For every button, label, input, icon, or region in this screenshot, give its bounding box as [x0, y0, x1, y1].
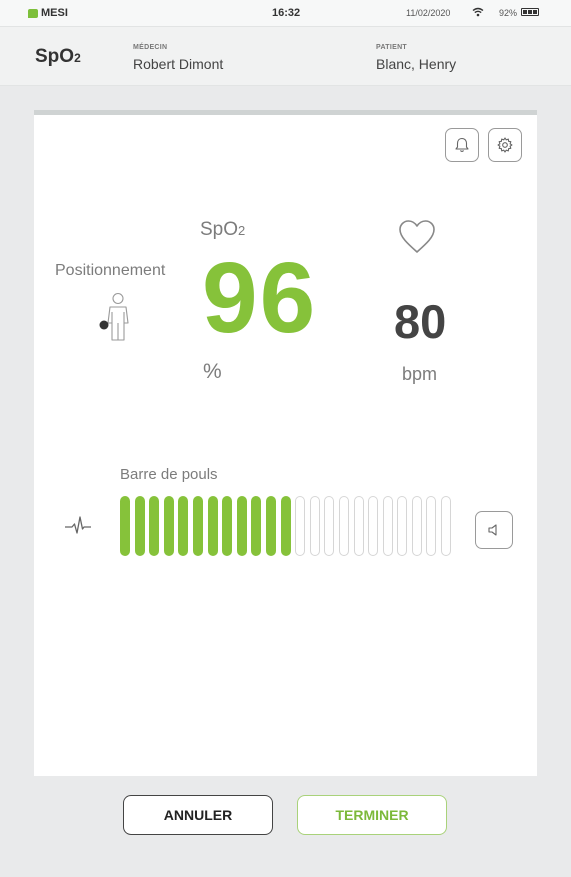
brand-label: MESI	[41, 7, 68, 19]
patient-label: PATIENT	[376, 44, 408, 51]
pulse-segment-active	[120, 496, 130, 556]
pulse-segment-active	[265, 496, 276, 556]
pulse-segment-active	[251, 496, 262, 556]
page-title: SpO2	[35, 46, 81, 68]
speaker-icon	[488, 524, 497, 536]
spo2-label-main: SpO	[200, 219, 239, 240]
spo2-unit: %	[203, 360, 222, 383]
pulse-segment-active	[236, 496, 247, 556]
heart-icon	[399, 220, 435, 253]
pulse-segment-active	[222, 496, 233, 556]
status-bar: MESI 16:32 11/02/2020 92%	[0, 0, 571, 27]
sound-toggle-button[interactable]	[475, 511, 513, 549]
pulse-segment-inactive	[382, 496, 393, 556]
pulse-segment-inactive	[295, 496, 306, 556]
pulse-segment-active	[207, 496, 218, 556]
page-header: SpO2 MÉDECIN Robert Dimont PATIENT Blanc…	[0, 27, 571, 86]
doctor-label: MÉDECIN	[133, 44, 168, 51]
alarm-button[interactable]	[445, 128, 479, 162]
pulse-segment-active	[134, 496, 145, 556]
page-title-subscript: 2	[74, 51, 81, 65]
wifi-icon	[472, 7, 484, 17]
battery-icon	[521, 8, 539, 16]
spo2-label: SpO2	[200, 219, 245, 241]
doctor-name: Robert Dimont	[133, 56, 224, 72]
pulse-segment-inactive	[426, 496, 437, 556]
battery-percent: 92%	[499, 8, 518, 18]
pulse-segment-inactive	[309, 496, 320, 556]
pulse-segment-active	[163, 496, 174, 556]
pulse-bar-label: Barre de pouls	[120, 466, 218, 483]
pulse-segment-inactive	[441, 496, 452, 556]
pulse-segment-inactive	[353, 496, 364, 556]
gear-icon	[497, 137, 513, 153]
pulse-segment-inactive	[411, 496, 422, 556]
heart-rate-value: 80	[394, 295, 447, 348]
positioning-label: Positionnement	[55, 262, 166, 279]
heart-rate-unit: bpm	[402, 364, 438, 384]
date: 11/02/2020	[406, 8, 451, 18]
spo2-value: 96	[202, 242, 318, 354]
pulse-segment-inactive	[368, 496, 379, 556]
spo2-label-subscript: 2	[238, 223, 246, 238]
clock: 16:32	[272, 7, 301, 19]
pulse-segment-inactive	[338, 496, 349, 556]
bell-icon	[455, 137, 469, 152]
pulse-segment-inactive	[324, 496, 335, 556]
brand: MESI	[28, 7, 68, 19]
page-title-main: SpO	[35, 46, 75, 67]
settings-button[interactable]	[488, 128, 522, 162]
pulse-segment-active	[178, 496, 189, 556]
measurement-card: SpO2 96 % 80 bpm Positionnement Barre de…	[34, 110, 537, 776]
patient-name: Blanc, Henry	[376, 56, 457, 72]
pulse-segment-active	[192, 496, 203, 556]
finish-button[interactable]: TERMINER	[297, 795, 447, 835]
pulse-segment-active	[149, 496, 160, 556]
patient-position-icon	[99, 292, 129, 341]
mesi-logo-icon	[28, 8, 38, 18]
pulse-segment-inactive	[397, 496, 408, 556]
cancel-button[interactable]: ANNULER	[123, 795, 273, 835]
pulse-waveform-icon	[65, 516, 91, 534]
pulse-segment-active	[280, 496, 291, 556]
pulse-bar	[120, 496, 452, 556]
